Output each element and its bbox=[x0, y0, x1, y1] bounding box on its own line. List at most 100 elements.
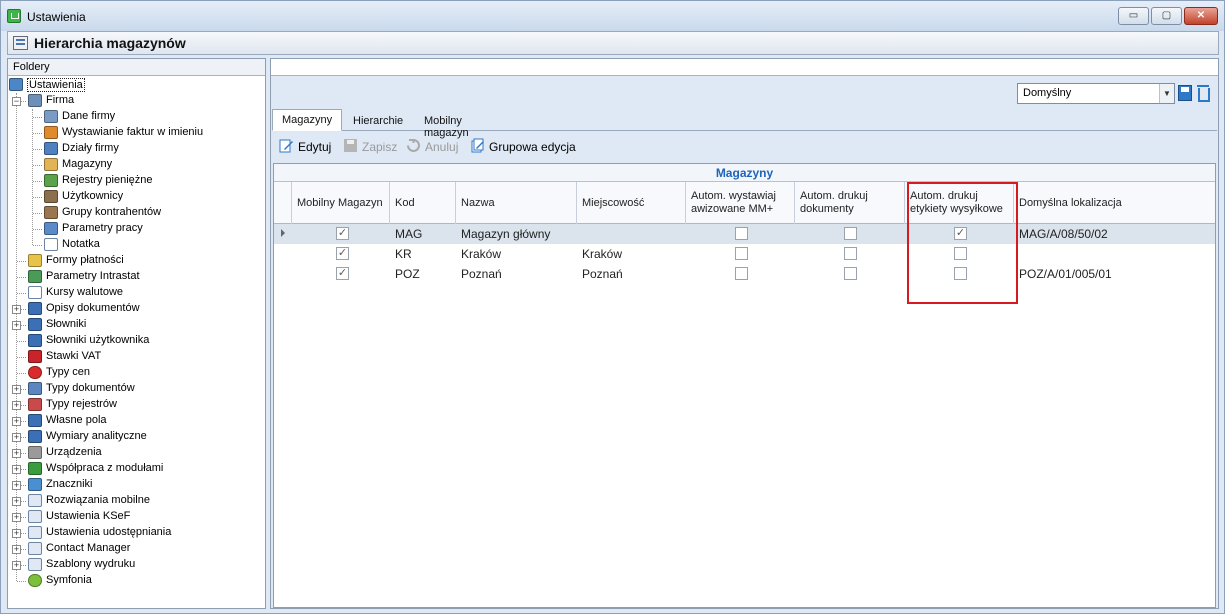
auto-mm-checkbox[interactable] bbox=[735, 227, 748, 240]
tree-item[interactable]: Parametry Intrastat bbox=[8, 269, 263, 285]
tree-item[interactable]: Typy cen bbox=[8, 365, 263, 381]
tree-item[interactable]: + Współpraca z modułami bbox=[8, 461, 263, 477]
expand-icon[interactable]: + bbox=[12, 497, 21, 506]
column-header-mobile[interactable]: Mobilny Magazyn bbox=[292, 182, 390, 224]
tree-guide-line bbox=[17, 357, 26, 358]
tree-item[interactable]: + Opisy dokumentów bbox=[8, 301, 263, 317]
tree-item[interactable]: + Rozwiązania mobilne bbox=[8, 493, 263, 509]
tree-item[interactable]: + Typy dokumentów bbox=[8, 381, 263, 397]
maximize-button[interactable]: ▢ bbox=[1151, 7, 1182, 25]
warehouses-grid[interactable]: Magazyny Mobilny Magazyn Kod Nazwa Miejs… bbox=[273, 163, 1216, 608]
tree-item-label: Szablony wydruku bbox=[46, 558, 136, 570]
tree-item[interactable]: Symfonia bbox=[8, 573, 263, 589]
tree-item[interactable]: Dane firmy bbox=[8, 109, 263, 125]
settings-tree[interactable]: Ustawienia − Firma Dane firmy Wystawianie fa… bbox=[8, 77, 265, 608]
cancel-button[interactable]: Anuluj bbox=[406, 138, 466, 155]
expand-icon[interactable]: + bbox=[12, 465, 21, 474]
tree-item[interactable]: + Własne pola bbox=[8, 413, 263, 429]
expand-icon[interactable]: + bbox=[12, 385, 21, 394]
tab-mobilny-magazyn[interactable]: Mobilny magazyn bbox=[415, 111, 517, 139]
tree-item[interactable]: + Typy rejestrów bbox=[8, 397, 263, 413]
preset-select[interactable]: Domyślny ▼ bbox=[1017, 83, 1175, 104]
tree-item[interactable]: Magazyny bbox=[8, 157, 263, 173]
tree-item[interactable]: Wystawianie faktur w imieniu bbox=[8, 125, 263, 141]
expand-icon[interactable]: + bbox=[12, 449, 21, 458]
tree-item[interactable]: Grupy kontrahentów bbox=[8, 205, 263, 221]
column-header-default-location[interactable]: Domyślna lokalizacja bbox=[1014, 182, 1215, 224]
tree-item[interactable]: Działy firmy bbox=[8, 141, 263, 157]
tree-item[interactable]: Formy płatności bbox=[8, 253, 263, 269]
dimensions-icon bbox=[28, 430, 42, 443]
tree-item[interactable]: Parametry pracy bbox=[8, 221, 263, 237]
tree-item[interactable]: Użytkownicy bbox=[8, 189, 263, 205]
column-header-auto-mm[interactable]: Autom. wystawiaj awizowane MM+ bbox=[686, 182, 795, 224]
close-button[interactable]: ✕ bbox=[1184, 7, 1218, 25]
group-edit-icon bbox=[471, 138, 484, 153]
code-cell: MAG bbox=[395, 227, 423, 241]
expand-icon[interactable]: + bbox=[12, 529, 21, 538]
delete-preset-icon[interactable] bbox=[1196, 85, 1210, 102]
auto-print-labels-checkbox[interactable] bbox=[954, 247, 967, 260]
mobile-checkbox[interactable]: ✓ bbox=[336, 267, 349, 280]
tree-guide-line bbox=[17, 293, 26, 294]
auto-print-docs-checkbox[interactable] bbox=[844, 267, 857, 280]
expand-icon[interactable]: + bbox=[12, 481, 21, 490]
group-edit-button[interactable]: Grupowa edycja bbox=[470, 138, 585, 155]
expand-icon[interactable]: + bbox=[12, 417, 21, 426]
table-row[interactable]: ✓ POZ Poznań Poznań POZ/A/01/005/01 bbox=[274, 264, 1215, 284]
tree-item[interactable]: + Znaczniki bbox=[8, 477, 263, 493]
minimize-button[interactable]: ▭ bbox=[1118, 7, 1149, 25]
edit-button[interactable]: Edytuj bbox=[279, 138, 339, 155]
column-header-name[interactable]: Nazwa bbox=[456, 182, 577, 224]
expand-icon[interactable]: + bbox=[12, 321, 21, 330]
column-header-auto-print-docs[interactable]: Autom. drukuj dokumenty bbox=[795, 182, 905, 224]
tab-hierarchie[interactable]: Hierarchie bbox=[344, 111, 414, 131]
auto-print-labels-checkbox[interactable] bbox=[954, 267, 967, 280]
column-header-auto-print-labels[interactable]: Autom. drukuj etykiety wysyłkowe bbox=[905, 182, 1014, 224]
tree-item[interactable]: + Słowniki bbox=[8, 317, 263, 333]
tree-guide-line bbox=[33, 165, 42, 166]
tree-item[interactable]: + Szablony wydruku bbox=[8, 557, 263, 573]
title-bar[interactable]: Ustawienia ▭ ▢ ✕ bbox=[1, 1, 1224, 31]
save-button[interactable]: Zapisz bbox=[343, 138, 403, 155]
auto-print-docs-checkbox[interactable] bbox=[844, 227, 857, 240]
tree-item[interactable]: + Urządzenia bbox=[8, 445, 263, 461]
auto-mm-checkbox[interactable] bbox=[735, 267, 748, 280]
column-header-city[interactable]: Miejscowość bbox=[577, 182, 686, 224]
tree-item[interactable]: Kursy walutowe bbox=[8, 285, 263, 301]
expand-icon[interactable]: + bbox=[12, 561, 21, 570]
expand-icon[interactable]: + bbox=[12, 545, 21, 554]
tree-item[interactable]: Rejestry pieniężne bbox=[8, 173, 263, 189]
tree-item[interactable]: Ustawienia bbox=[8, 77, 263, 93]
tree-item[interactable]: + Contact Manager bbox=[8, 541, 263, 557]
tree-item-label: Dane firmy bbox=[62, 110, 116, 122]
auto-print-labels-checkbox[interactable]: ✓ bbox=[954, 227, 967, 240]
auto-print-docs-checkbox[interactable] bbox=[844, 247, 857, 260]
folders-label: Foldery bbox=[8, 59, 265, 76]
tree-item[interactable]: + Ustawienia KSeF bbox=[8, 509, 263, 525]
tree-item[interactable]: Stawki VAT bbox=[8, 349, 263, 365]
mobile-checkbox[interactable]: ✓ bbox=[336, 227, 349, 240]
column-header-code[interactable]: Kod bbox=[390, 182, 456, 224]
tree-item-label: Stawki VAT bbox=[46, 350, 102, 362]
city-cell bbox=[577, 224, 587, 244]
tree-item[interactable]: Notatka bbox=[8, 237, 263, 253]
expand-icon[interactable]: + bbox=[12, 433, 21, 442]
save-preset-icon[interactable] bbox=[1178, 85, 1192, 101]
expand-icon[interactable]: + bbox=[12, 513, 21, 522]
auto-mm-checkbox[interactable] bbox=[735, 247, 748, 260]
expand-icon[interactable]: + bbox=[12, 401, 21, 410]
expand-icon[interactable]: + bbox=[12, 305, 21, 314]
table-row[interactable]: ✓ MAG Magazyn główny ✓ MAG/A/08/50/02 bbox=[274, 224, 1215, 244]
table-row[interactable]: ✓ KR Kraków Kraków bbox=[274, 244, 1215, 264]
mobile-checkbox[interactable]: ✓ bbox=[336, 247, 349, 260]
tree-item[interactable]: − Firma bbox=[8, 93, 263, 109]
tab-magazyny[interactable]: Magazyny bbox=[272, 109, 342, 131]
collapse-icon[interactable]: − bbox=[12, 97, 21, 106]
tree-item[interactable]: + Ustawienia udostępniania bbox=[8, 525, 263, 541]
tree-guide-line bbox=[33, 117, 42, 118]
tree-item[interactable]: Słowniki użytkownika bbox=[8, 333, 263, 349]
chevron-down-icon[interactable]: ▼ bbox=[1159, 84, 1174, 103]
tree-item[interactable]: + Wymiary analityczne bbox=[8, 429, 263, 445]
price-icon bbox=[28, 366, 42, 379]
